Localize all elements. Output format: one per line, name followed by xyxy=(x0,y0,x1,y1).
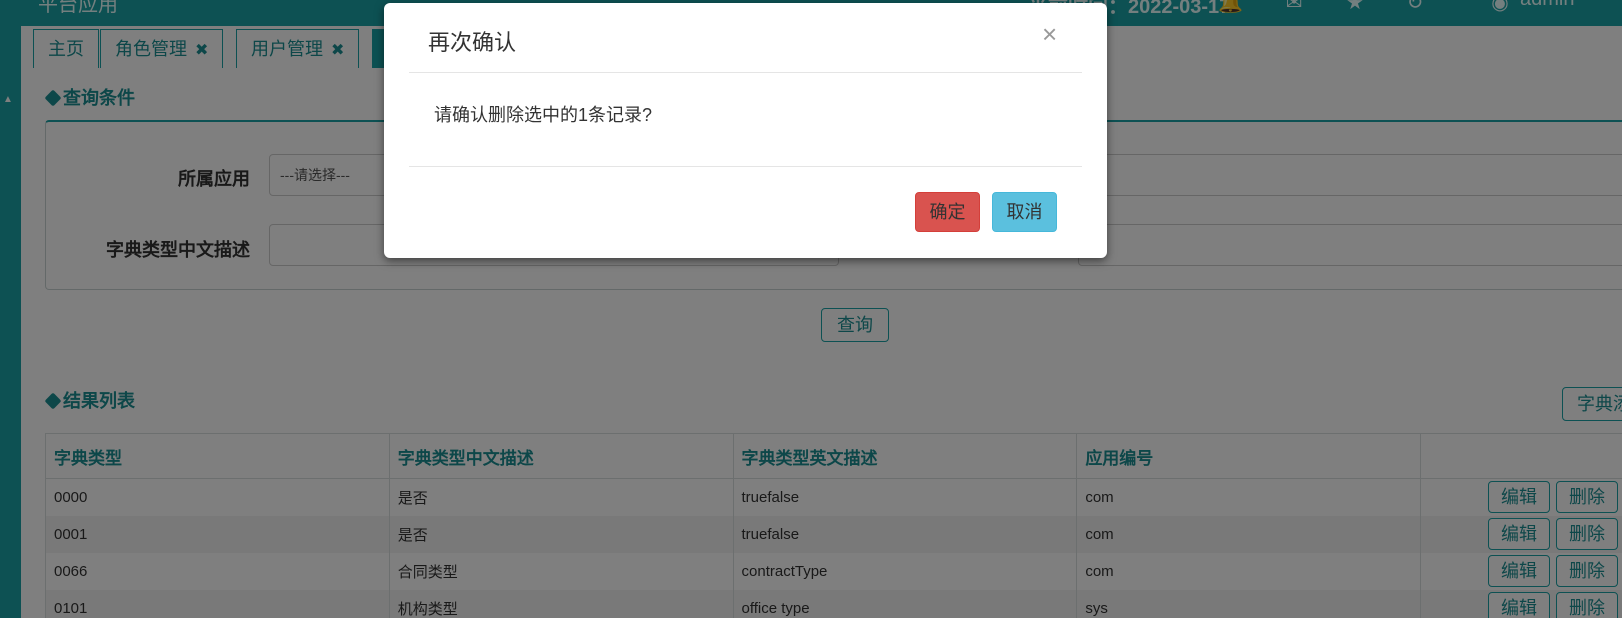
cancel-button[interactable]: 取消 xyxy=(992,192,1057,232)
divider xyxy=(409,72,1082,73)
confirm-button[interactable]: 确定 xyxy=(915,192,980,232)
close-icon[interactable]: × xyxy=(1042,19,1057,50)
dialog-title: 再次确认 xyxy=(428,30,517,55)
dialog-message: 请确认删除选中的1条记录? xyxy=(434,105,653,125)
divider xyxy=(409,166,1082,167)
confirm-dialog: 再次确认 × 请确认删除选中的1条记录? 确定 取消 xyxy=(384,3,1107,258)
